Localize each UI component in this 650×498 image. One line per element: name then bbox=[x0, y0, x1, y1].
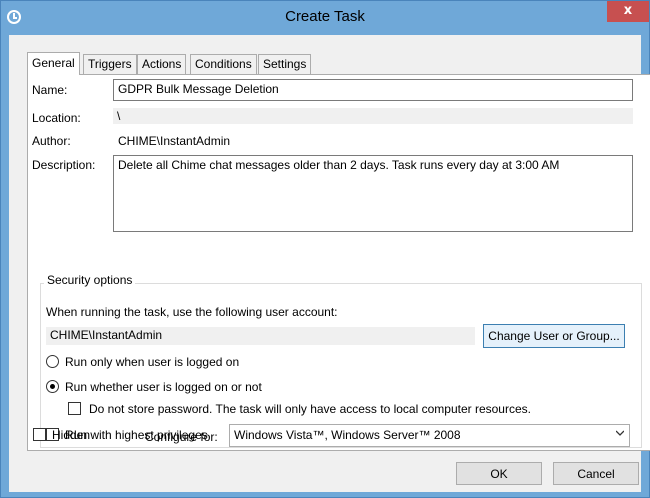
window-title: Create Task bbox=[285, 8, 365, 25]
cancel-button[interactable]: Cancel bbox=[553, 462, 639, 485]
do-not-store-password-label[interactable]: Do not store password. The task will onl… bbox=[89, 402, 531, 416]
tab-actions[interactable]: Actions bbox=[137, 54, 187, 74]
radio-run-only-logged-on[interactable] bbox=[46, 355, 59, 368]
radio-run-whether-logged-on[interactable] bbox=[46, 380, 59, 393]
location-value: \ bbox=[113, 108, 633, 124]
author-label: Author: bbox=[32, 134, 71, 148]
do-not-store-password-checkbox[interactable] bbox=[68, 402, 81, 415]
ok-button[interactable]: OK bbox=[456, 462, 542, 485]
location-label: Location: bbox=[32, 111, 81, 125]
radio-run-only-logged-on-label[interactable]: Run only when user is logged on bbox=[65, 355, 239, 369]
tab-triggers[interactable]: Triggers bbox=[83, 54, 137, 74]
dialog-client-area: General Triggers Actions Conditions Sett… bbox=[9, 35, 650, 492]
user-account-value: CHIME\InstantAdmin bbox=[46, 327, 475, 345]
general-tab-panel: Name: GDPR Bulk Message Deletion Locatio… bbox=[27, 74, 650, 451]
change-user-or-group-button[interactable]: Change User or Group... bbox=[483, 324, 625, 348]
close-button[interactable]: x bbox=[607, 1, 649, 22]
name-field[interactable]: GDPR Bulk Message Deletion bbox=[113, 79, 633, 101]
configure-for-select[interactable]: Windows Vista™, Windows Server™ 2008 bbox=[229, 424, 630, 447]
hidden-checkbox[interactable] bbox=[33, 428, 46, 441]
title-bar[interactable]: Create Task x bbox=[1, 1, 649, 35]
author-value: CHIME\InstantAdmin bbox=[118, 134, 231, 148]
security-options-title: Security options bbox=[44, 273, 136, 287]
radio-run-whether-logged-on-label[interactable]: Run whether user is logged on or not bbox=[65, 380, 262, 394]
hidden-label[interactable]: Hidden bbox=[52, 428, 90, 442]
configure-for-label: Configure for: bbox=[145, 430, 218, 444]
description-field[interactable]: Delete all Chime chat messages older tha… bbox=[113, 155, 633, 232]
configure-for-value: Windows Vista™, Windows Server™ 2008 bbox=[234, 428, 461, 442]
description-label: Description: bbox=[32, 158, 96, 172]
tab-settings[interactable]: Settings bbox=[258, 54, 312, 74]
tab-conditions[interactable]: Conditions bbox=[190, 54, 257, 74]
name-label: Name: bbox=[32, 83, 68, 97]
create-task-window: Create Task x General Triggers Actions C… bbox=[0, 0, 650, 498]
account-prompt: When running the task, use the following… bbox=[46, 305, 338, 319]
chevron-down-icon bbox=[616, 430, 624, 436]
tab-general[interactable]: General bbox=[27, 52, 80, 75]
